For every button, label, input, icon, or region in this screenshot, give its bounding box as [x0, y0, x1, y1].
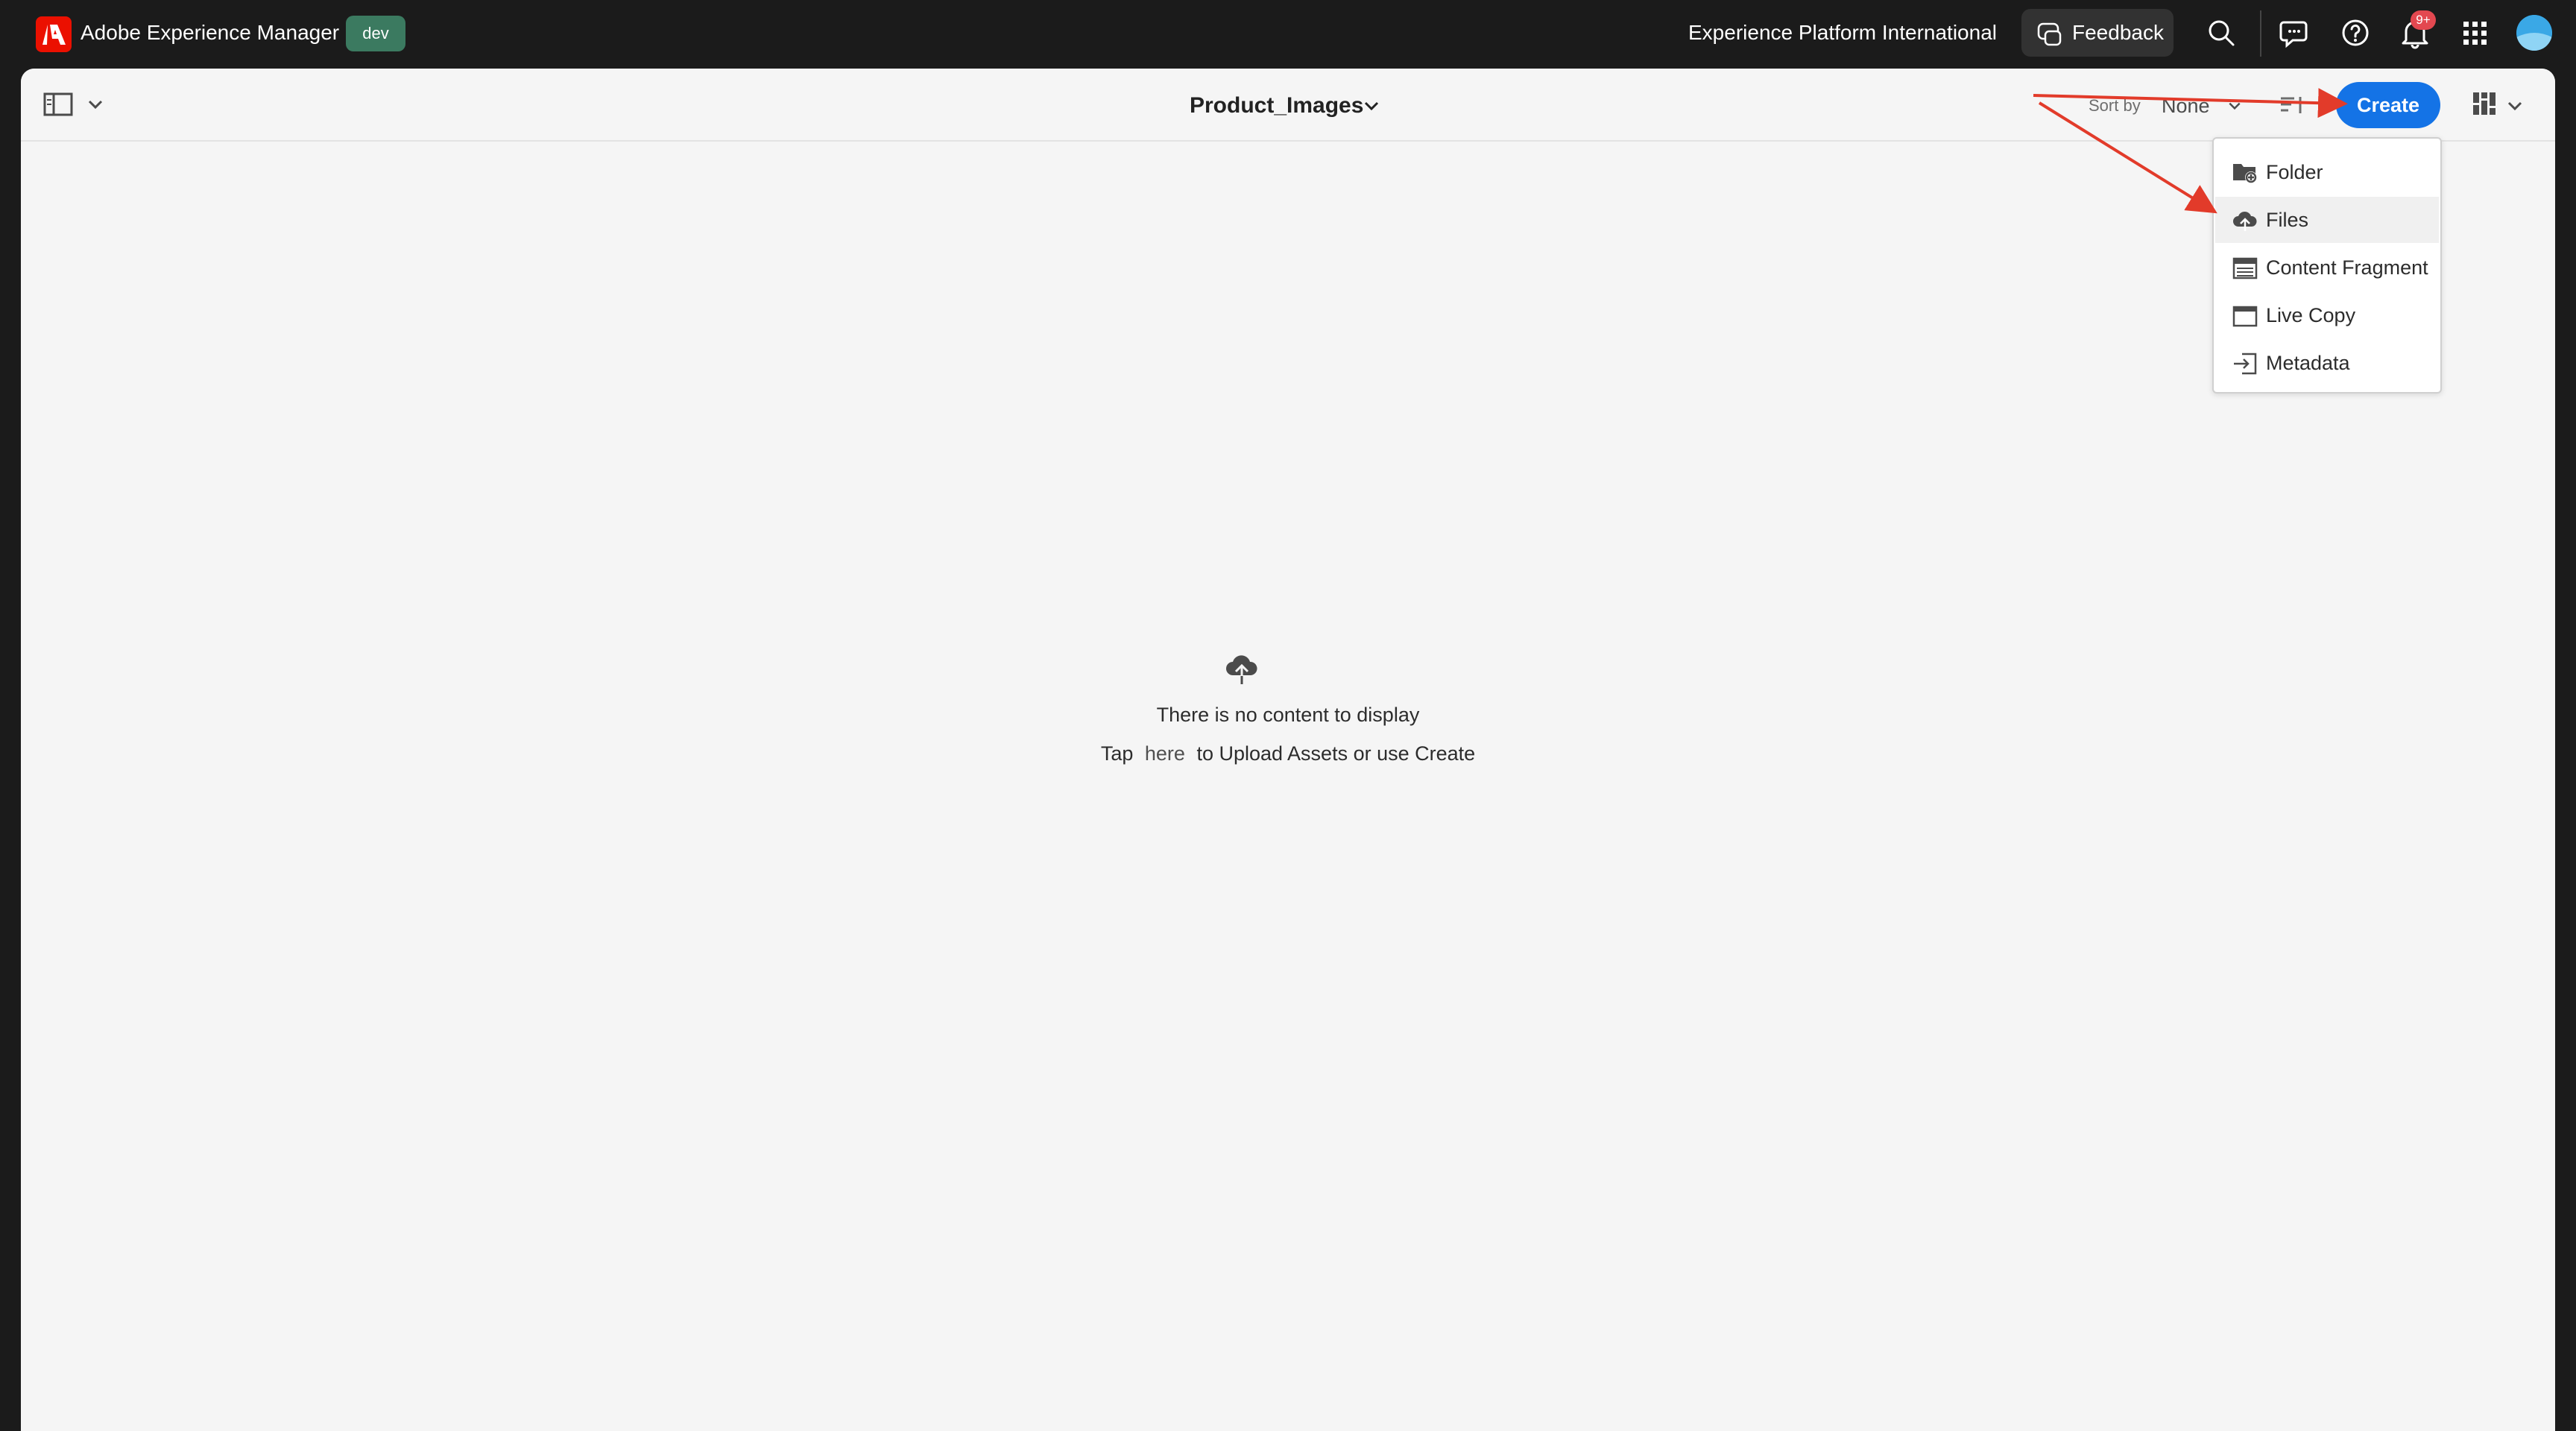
feedback-icon	[2037, 22, 2062, 46]
menu-item-content-fragment[interactable]: Content Fragment	[2215, 244, 2439, 291]
action-bar: Product_Images Sort by None Create	[21, 69, 2555, 142]
menu-item-live-copy[interactable]: Live Copy	[2215, 292, 2439, 338]
top-bar: Adobe Experience Manager dev Experience …	[0, 0, 2576, 69]
menu-item-files[interactable]: Files	[2215, 197, 2439, 243]
empty-state-hint: Tap here to Upload Assets or use Create	[21, 741, 2555, 766]
create-button[interactable]: Create	[2336, 82, 2440, 128]
folder-title[interactable]: Product_Images	[1190, 91, 1363, 121]
chevron-down-icon[interactable]	[2506, 97, 2524, 115]
main-panel: Product_Images Sort by None Create Folde…	[21, 69, 2555, 1431]
environment-badge: dev	[346, 16, 405, 51]
import-icon	[2234, 353, 2257, 375]
content-fragment-icon	[2232, 257, 2258, 279]
apps-grid-icon[interactable]	[2457, 15, 2493, 51]
menu-item-label: Content Fragment	[2266, 256, 2428, 279]
feedback-button[interactable]: Feedback	[2021, 9, 2174, 57]
menu-item-label: Metadata	[2266, 352, 2350, 374]
org-switcher[interactable]: Experience Platform International	[1688, 18, 1997, 48]
upload-here-link[interactable]: here	[1145, 742, 1185, 765]
sort-by-label: Sort by	[2089, 96, 2141, 115]
sort-by-select[interactable]: None	[2162, 92, 2210, 119]
menu-item-metadata[interactable]: Metadata	[2215, 340, 2439, 386]
user-avatar[interactable]	[2516, 15, 2552, 51]
app-title[interactable]: Adobe Experience Manager	[80, 18, 339, 48]
menu-item-label: Live Copy	[2266, 304, 2356, 326]
help-icon[interactable]	[2337, 15, 2373, 51]
sort-order-icon[interactable]	[2279, 94, 2306, 116]
adobe-logo-icon[interactable]	[36, 16, 72, 52]
chevron-down-icon[interactable]	[1363, 97, 1380, 115]
side-rail-toggle-icon[interactable]	[43, 91, 73, 118]
menu-item-label: Files	[2266, 209, 2309, 231]
menu-item-folder[interactable]: Folder	[2215, 149, 2439, 195]
empty-hint-suffix: to Upload Assets or use Create	[1196, 742, 1476, 765]
feedback-label: Feedback	[2072, 21, 2164, 44]
menu-item-label: Folder	[2266, 161, 2323, 183]
create-menu: Folder Files Content Fragment Live Copy …	[2212, 137, 2442, 394]
chevron-down-icon[interactable]	[86, 95, 104, 113]
empty-hint-prefix: Tap	[1100, 742, 1134, 765]
live-copy-icon	[2232, 306, 2258, 327]
empty-state-title: There is no content to display	[1156, 704, 1420, 726]
cloud-upload-icon	[1226, 655, 1257, 684]
topbar-divider	[2260, 10, 2261, 57]
view-switcher-icon[interactable]	[2472, 91, 2497, 116]
search-icon[interactable]	[2203, 15, 2239, 51]
chevron-down-icon[interactable]	[2227, 98, 2242, 113]
chat-icon[interactable]	[2278, 15, 2314, 51]
notification-count-badge: 9+	[2411, 10, 2436, 30]
cloud-upload-icon	[2233, 211, 2257, 231]
folder-add-icon	[2233, 164, 2257, 183]
